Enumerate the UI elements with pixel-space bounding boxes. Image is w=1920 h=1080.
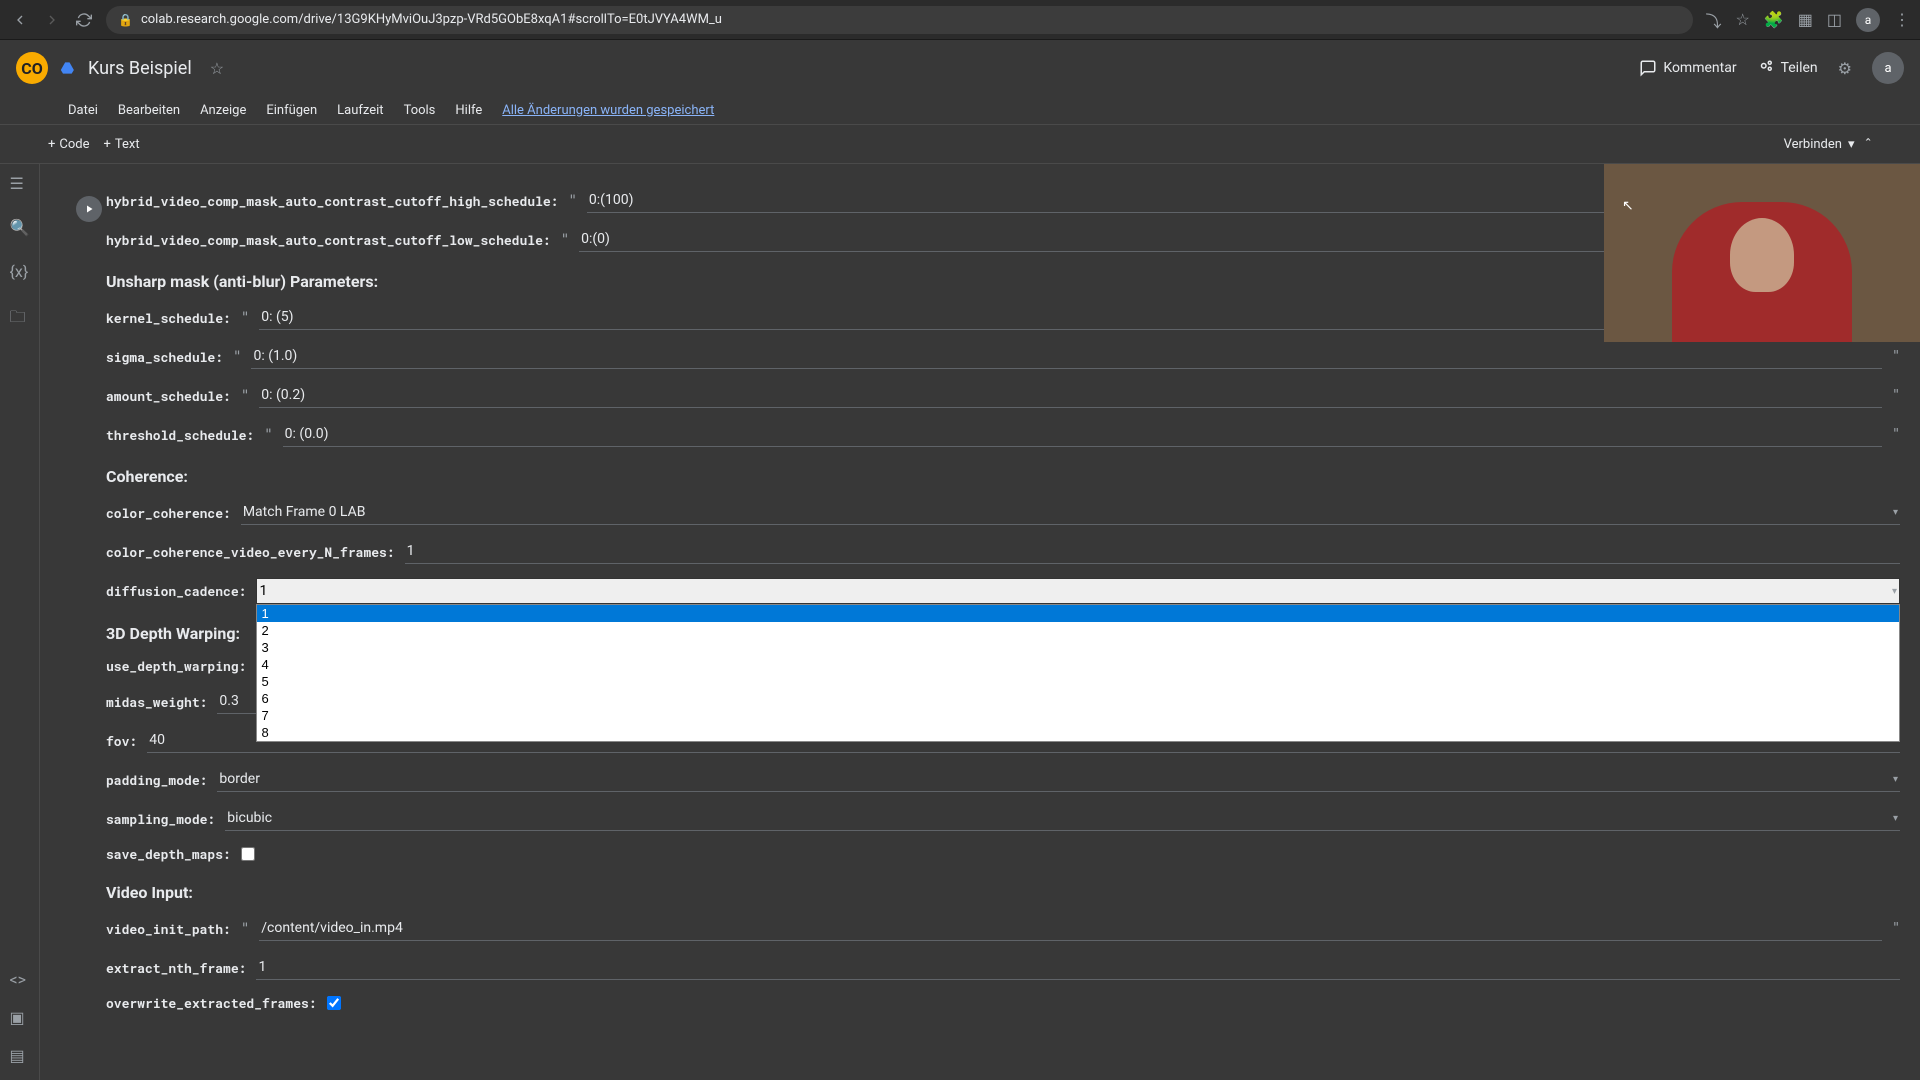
chevron-down-icon: ▾ (1893, 507, 1898, 518)
amount-input[interactable] (259, 383, 1882, 408)
field-label: use_depth_warping: (106, 657, 246, 675)
menu-hilfe[interactable]: Hilfe (455, 103, 482, 118)
threshold-input[interactable] (283, 422, 1883, 447)
field-label: kernel_schedule: (106, 309, 231, 327)
files-icon[interactable]: 🗀 (10, 306, 30, 326)
field-label: extract_nth_frame: (106, 959, 246, 977)
section-heading: Coherence: (106, 467, 1900, 486)
command-palette-icon[interactable]: ▤ (10, 1046, 30, 1066)
url-text: colab.research.google.com/drive/13G9KHyM… (141, 12, 722, 27)
video-path-input[interactable] (259, 916, 1882, 941)
back-button[interactable] (10, 10, 30, 30)
share-icon (1757, 59, 1775, 77)
browser-chrome: 🔒 colab.research.google.com/drive/13G9KH… (0, 0, 1920, 40)
left-sidebar: ☰ 🔍 {x} 🗀 <> ▣ ▤ (0, 164, 40, 1080)
field-label: midas_weight: (106, 693, 207, 711)
sampling-mode-select[interactable]: bicubic▾ (225, 806, 1900, 831)
field-label: hybrid_video_comp_mask_auto_contrast_cut… (106, 192, 558, 210)
field-label: color_coherence_video_every_N_frames: (106, 543, 395, 561)
cursor-icon: ↖ (1622, 198, 1634, 214)
dropdown-option[interactable]: 5 (257, 673, 1899, 690)
save-status[interactable]: Alle Änderungen wurden gespeichert (502, 103, 714, 118)
chevron-down-icon: ▾ (1893, 813, 1898, 824)
field-label: sampling_mode: (106, 810, 215, 828)
diffusion-cadence-select[interactable]: 1▾ (256, 578, 1900, 604)
chevron-down-icon: ▾ (1892, 586, 1897, 597)
section-heading: Video Input: (106, 883, 1900, 902)
field-label: amount_schedule: (106, 387, 231, 405)
sigma-input[interactable] (251, 344, 1882, 369)
qr-icon[interactable]: ▦ (1798, 10, 1813, 29)
comment-button[interactable]: Kommentar (1639, 59, 1736, 77)
dropdown-option[interactable]: 7 (257, 707, 1899, 724)
chevron-down-icon: ▾ (1848, 137, 1855, 152)
dropdown-option[interactable]: 3 (257, 639, 1899, 656)
colab-header: CO Kurs Beispiel ☆ Kommentar Teilen ⚙ a (0, 40, 1920, 96)
overwrite-checkbox[interactable] (327, 996, 341, 1010)
browser-menu-icon[interactable]: ⋮ (1894, 10, 1910, 29)
toc-icon[interactable]: ☰ (10, 174, 30, 194)
add-text-button[interactable]: +Text (104, 137, 140, 152)
extract-nth-input[interactable] (256, 955, 1900, 980)
browser-avatar[interactable]: a (1856, 8, 1880, 32)
lock-icon: 🔒 (118, 13, 133, 27)
field-label: fov: (106, 732, 137, 750)
field-label: padding_mode: (106, 771, 207, 789)
drive-icon (60, 60, 76, 76)
webcam-person (1672, 202, 1852, 342)
field-label: diffusion_cadence: (106, 582, 246, 600)
menu-einfuegen[interactable]: Einfügen (266, 103, 317, 118)
bookmark-icon[interactable]: ☆ (1735, 10, 1749, 29)
add-code-button[interactable]: +Code (48, 137, 90, 152)
menu-tools[interactable]: Tools (404, 103, 436, 118)
colab-logo-icon[interactable]: CO (16, 52, 48, 84)
diffusion-dropdown: 1 2 3 4 5 6 7 8 (256, 604, 1900, 742)
save-depth-checkbox[interactable] (241, 847, 255, 861)
extensions-icon[interactable]: 🧩 (1764, 10, 1784, 29)
field-label: threshold_schedule: (106, 426, 254, 444)
menu-bearbeiten[interactable]: Bearbeiten (118, 103, 180, 118)
comment-icon (1639, 59, 1657, 77)
translate-icon[interactable]: ⤵ (1705, 8, 1721, 32)
dropdown-option[interactable]: 8 (257, 724, 1899, 741)
field-label: color_coherence: (106, 504, 231, 522)
notebook-title[interactable]: Kurs Beispiel (88, 58, 192, 79)
field-label: sigma_schedule: (106, 348, 223, 366)
settings-icon[interactable]: ⚙ (1838, 59, 1852, 78)
dropdown-option[interactable]: 2 (257, 622, 1899, 639)
terminal-icon[interactable]: ▣ (10, 1008, 30, 1028)
color-n-input[interactable] (405, 539, 1900, 564)
dropdown-option[interactable]: 6 (257, 690, 1899, 707)
field-label: video_init_path: (106, 920, 231, 938)
dropdown-option[interactable]: 4 (257, 656, 1899, 673)
webcam-overlay: ↖ (1604, 164, 1920, 342)
field-label: save_depth_maps: (106, 845, 231, 863)
padding-mode-select[interactable]: border▾ (217, 767, 1900, 792)
connect-button[interactable]: Verbinden ▾ (1784, 137, 1855, 152)
share-button[interactable]: Teilen (1757, 59, 1818, 77)
address-bar[interactable]: 🔒 colab.research.google.com/drive/13G9KH… (106, 6, 1693, 34)
variables-icon[interactable]: {x} (10, 262, 30, 282)
menu-laufzeit[interactable]: Laufzeit (337, 103, 383, 118)
star-icon[interactable]: ☆ (210, 59, 224, 78)
color-coherence-select[interactable]: Match Frame 0 LAB▾ (241, 500, 1900, 525)
reload-button[interactable] (74, 10, 94, 30)
user-avatar[interactable]: a (1872, 52, 1904, 84)
field-label: overwrite_extracted_frames: (106, 994, 317, 1012)
menu-anzeige[interactable]: Anzeige (200, 103, 246, 118)
dropdown-option[interactable]: 1 (257, 605, 1899, 622)
run-cell-button[interactable] (76, 196, 102, 222)
chevron-down-icon: ▾ (1893, 774, 1898, 785)
panel-icon[interactable]: ◫ (1827, 10, 1842, 29)
forward-button[interactable] (42, 10, 62, 30)
collapse-icon[interactable]: ˆ (1864, 135, 1872, 154)
webcam-head (1730, 218, 1794, 292)
menu-bar: Datei Bearbeiten Anzeige Einfügen Laufze… (0, 96, 1920, 124)
code-snippets-icon[interactable]: <> (10, 970, 30, 990)
notebook-content: ↑ ↓ ⇔ ✎ ⇆ 🗑 ⋮ hybrid_video_comp_mask_aut… (40, 164, 1920, 1080)
menu-datei[interactable]: Datei (68, 103, 98, 118)
field-label: hybrid_video_comp_mask_auto_contrast_cut… (106, 231, 551, 249)
insert-toolbar: +Code +Text Verbinden ▾ ˆ (0, 124, 1920, 164)
search-icon[interactable]: 🔍 (10, 218, 30, 238)
